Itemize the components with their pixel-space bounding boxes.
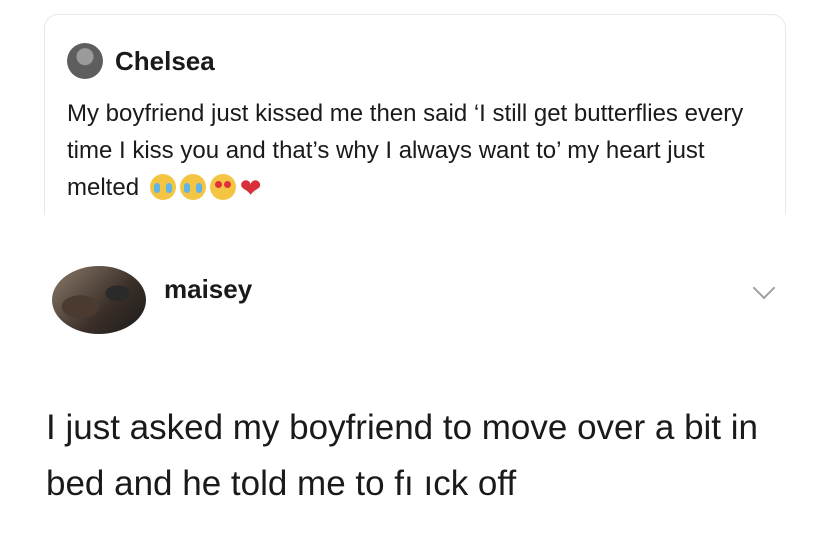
quoted-post-card[interactable]: Chelsea My boyfriend just kissed me then…	[44, 14, 786, 215]
avatar[interactable]	[67, 43, 103, 79]
quoted-post-header: Chelsea	[67, 43, 215, 79]
avatar[interactable]	[52, 266, 146, 334]
reply-post-text: I just asked my boyfriend to move over a…	[46, 408, 758, 503]
heart-eyes-emoji-icon	[209, 174, 236, 200]
reply-post-header: maisey	[52, 266, 252, 334]
reply-author-name[interactable]: maisey	[164, 274, 252, 305]
quoted-author-name[interactable]: Chelsea	[115, 46, 215, 77]
crying-face-emoji-icon	[179, 174, 206, 200]
crying-face-emoji-icon	[149, 174, 176, 200]
quoted-post-text-container: My boyfriend just kissed me then said ‘I…	[67, 95, 757, 207]
red-heart-emoji-icon: ❤	[239, 173, 262, 203]
chevron-down-icon[interactable]	[752, 276, 776, 300]
